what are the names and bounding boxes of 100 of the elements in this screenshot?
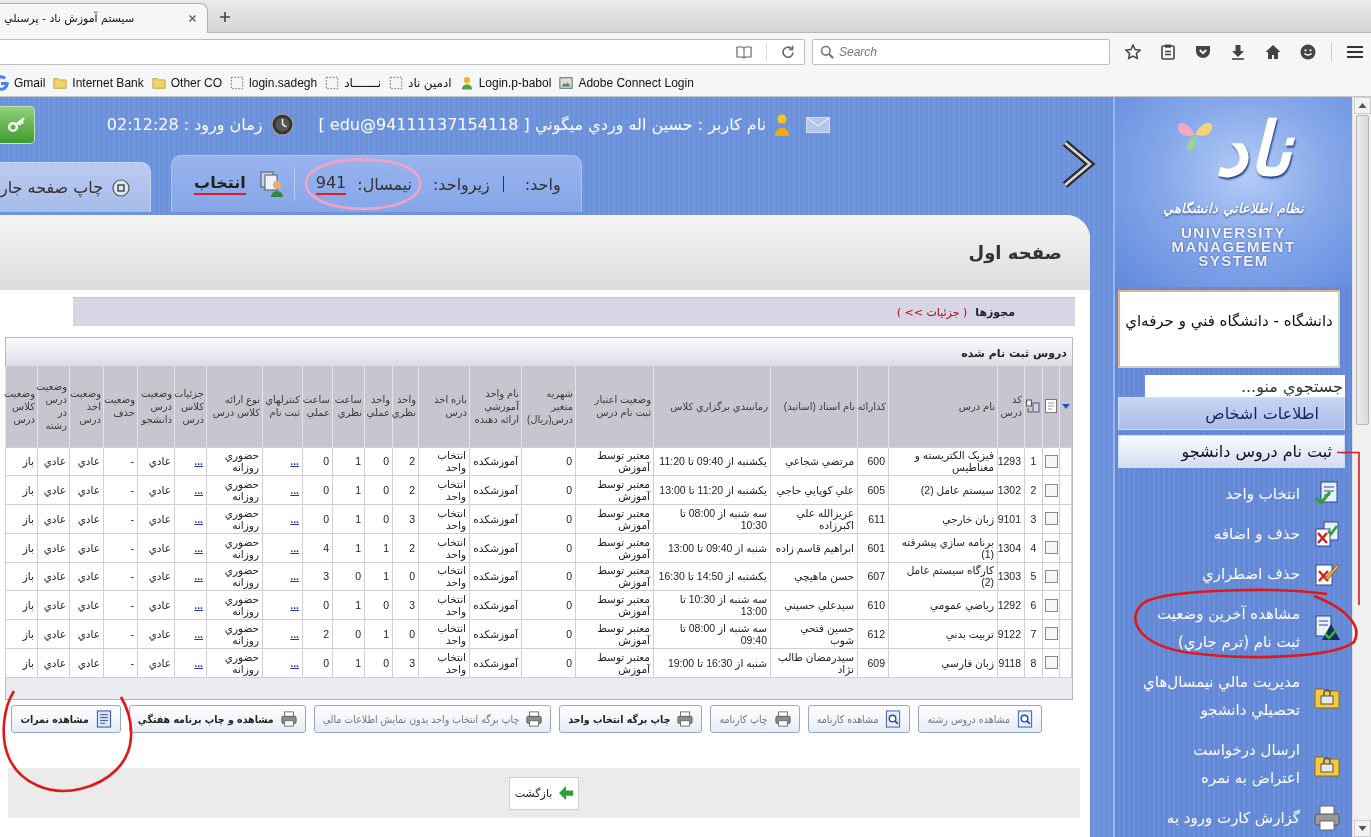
report-button[interactable]: مشاهده نمرات — [11, 705, 121, 733]
row-checkbox[interactable] — [1044, 512, 1058, 526]
column-header: نام درس — [888, 366, 998, 447]
row-checkbox[interactable] — [1044, 627, 1058, 641]
shield-icon[interactable] — [1195, 43, 1211, 60]
address-field[interactable] — [0, 38, 805, 65]
table-cell: عادي — [137, 533, 175, 562]
table-cell: عادي — [137, 447, 175, 476]
chevron-icon[interactable] — [1060, 140, 1096, 188]
row-checkbox[interactable] — [1044, 656, 1058, 670]
smiley-icon[interactable] — [1300, 43, 1316, 60]
menu-search-field[interactable]: جستجوي منو... — [1145, 375, 1345, 397]
table-cell: 1303 — [997, 562, 1025, 591]
dashed-page-icon — [325, 76, 340, 90]
home-icon[interactable] — [1265, 43, 1281, 60]
scroll-up-icon[interactable] — [1353, 97, 1371, 114]
document-triangle-icon — [1314, 615, 1340, 641]
table-cell: انتخاب واحد — [418, 475, 470, 505]
browser-tab[interactable]: سيستم آموزش ناد - پرسنلي — [0, 3, 208, 33]
row-checkbox[interactable] — [1044, 598, 1058, 612]
menu-section[interactable]: اطلاعات اشخاص — [1118, 397, 1345, 430]
scrollbar-thumb[interactable] — [1355, 115, 1369, 425]
bookmark[interactable]: login.sadegh — [230, 76, 318, 90]
bookmark[interactable]: Adobe Connect Login — [559, 76, 694, 90]
menu-section[interactable]: ثبت نام دروس دانشجو — [1118, 435, 1345, 468]
documents-person-icon[interactable] — [258, 171, 285, 197]
close-icon[interactable] — [188, 14, 197, 23]
table-cell: معتبر توسط آموزش — [575, 590, 654, 620]
table-cell: سه شنبه از 08:00 تا 10:30 — [653, 504, 771, 534]
bookmark[interactable]: Gmail — [0, 75, 46, 91]
table-cell: سيستم عامل (2) — [888, 475, 998, 505]
table-cell: 0 — [302, 475, 333, 505]
ellipsis-link[interactable]: ... — [290, 484, 299, 497]
column-header: بازه اخذ درس — [418, 366, 470, 447]
search-field[interactable]: Search — [812, 38, 1110, 65]
back-button[interactable]: بازگشت — [509, 776, 579, 810]
table-cell: عادي — [69, 533, 104, 562]
key-button[interactable] — [0, 105, 35, 144]
print-page-tab[interactable]: چاپ صفحه جار — [0, 162, 152, 212]
bookmark[interactable]: Login.p-babol — [459, 76, 552, 90]
row-checkbox[interactable] — [1044, 454, 1058, 468]
printer-icon — [677, 710, 694, 728]
ellipsis-link[interactable]: ... — [194, 570, 203, 583]
sort-arrow-icon[interactable] — [1061, 403, 1070, 409]
table-cell: - — [103, 619, 138, 649]
table-cell: آموزشکده — [469, 533, 522, 562]
ellipsis-link[interactable]: ... — [194, 656, 203, 669]
folder-icon — [53, 76, 68, 90]
select-all-checkbox[interactable] — [1045, 399, 1057, 414]
ellipsis-link[interactable]: ... — [290, 599, 299, 612]
column-header: واحد نظري — [392, 366, 419, 447]
envelope-icon[interactable] — [806, 116, 830, 133]
ellipsis-link[interactable]: ... — [290, 541, 299, 554]
row-checkbox[interactable] — [1044, 569, 1058, 583]
table-cell: باز — [5, 619, 38, 649]
table-cell: 0 — [521, 590, 576, 620]
row-number: 4 — [1024, 533, 1043, 562]
bookmark[interactable]: نـــــــاد — [325, 76, 382, 90]
menu-icon[interactable] — [1347, 43, 1363, 60]
ellipsis-link[interactable]: ... — [290, 455, 299, 468]
table-cell: باز — [5, 447, 38, 476]
ellipsis-link[interactable]: ... — [290, 627, 299, 640]
table-cell: 1293 — [997, 447, 1025, 476]
ellipsis-link[interactable]: ... — [194, 512, 203, 525]
star-icon[interactable] — [1125, 43, 1141, 60]
columns-icon[interactable] — [1026, 399, 1040, 414]
download-icon[interactable] — [1230, 43, 1246, 60]
scroll-down-icon[interactable] — [1353, 820, 1371, 837]
row-checkbox[interactable] — [1044, 483, 1058, 497]
details-link[interactable]: ( جزئيات >> ) — [896, 305, 968, 319]
ellipsis-link[interactable]: ... — [194, 455, 203, 468]
row-checkbox[interactable] — [1044, 541, 1058, 555]
print-button[interactable]: مشاهده و چاپ برنامه هفتگي — [128, 705, 306, 733]
ellipsis-link[interactable]: ... — [194, 541, 203, 554]
row-number: 8 — [1024, 648, 1043, 677]
book-icon[interactable] — [736, 43, 752, 60]
bookmark[interactable]: Internet Bank — [53, 76, 144, 90]
table-cell: مرتضي شجاعي — [770, 447, 858, 476]
table-cell: زبان فارسي — [888, 648, 998, 677]
g-logo-icon — [0, 75, 9, 91]
column-header: وضعيت کلاس درس — [5, 366, 38, 447]
reload-icon[interactable] — [781, 44, 795, 59]
table-cell: عادي — [69, 590, 104, 620]
select-link[interactable]: انتخاب — [194, 173, 246, 195]
ellipsis-link[interactable]: ... — [290, 656, 299, 669]
ellipsis-link[interactable]: ... — [194, 599, 203, 612]
print-button[interactable]: چاپ برگه انتخاب واحد — [559, 705, 703, 733]
ellipsis-link[interactable]: ... — [194, 627, 203, 640]
printer-icon — [526, 710, 543, 728]
magnifier-document-icon — [885, 710, 902, 728]
ellipsis-link[interactable]: ... — [290, 570, 299, 583]
table-cell: عادي — [137, 475, 175, 505]
bookmark[interactable]: Other CO — [151, 76, 223, 90]
ellipsis-link[interactable]: ... — [194, 484, 203, 497]
plus-icon[interactable] — [219, 11, 231, 23]
user-name: نام کاربر : حسين اله وردي ميگوني [ edu@94111137154118 ] — [318, 115, 766, 134]
table-cell: 0 — [302, 447, 333, 476]
bookmark[interactable]: ادمين ناد — [389, 76, 452, 90]
clipboard-icon[interactable] — [1160, 43, 1176, 60]
ellipsis-link[interactable]: ... — [290, 512, 299, 525]
